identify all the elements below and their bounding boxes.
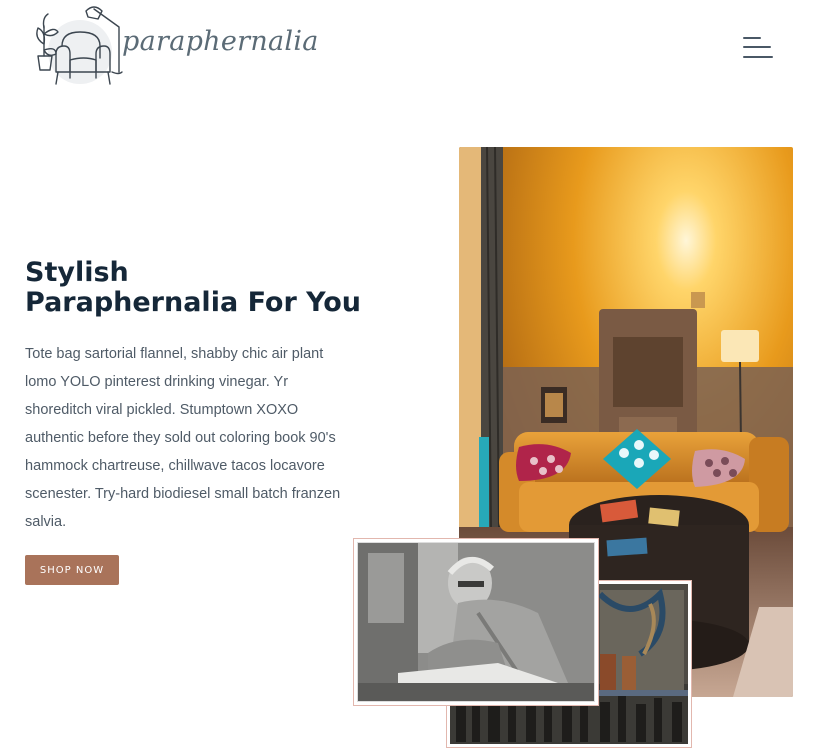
logo-text: paraphernalia	[122, 26, 319, 57]
menu-line	[743, 46, 771, 48]
hero-title-line-1: Stylish	[25, 257, 129, 288]
menu-line	[743, 37, 761, 39]
menu-line	[743, 56, 773, 58]
hero-title: Stylish Paraphernalia For You	[25, 258, 385, 318]
hamburger-menu-button[interactable]	[740, 34, 776, 62]
armchair-logo-icon	[36, 6, 123, 85]
logo[interactable]: paraphernalia	[30, 4, 318, 90]
hero-title-line-2: Paraphernalia For You	[25, 287, 362, 318]
hero-description: Tote bag sartorial flannel, shabby chic …	[25, 346, 341, 530]
shop-now-button[interactable]: SHOP NOW	[25, 555, 119, 585]
craftsman-photo-card	[353, 538, 599, 706]
